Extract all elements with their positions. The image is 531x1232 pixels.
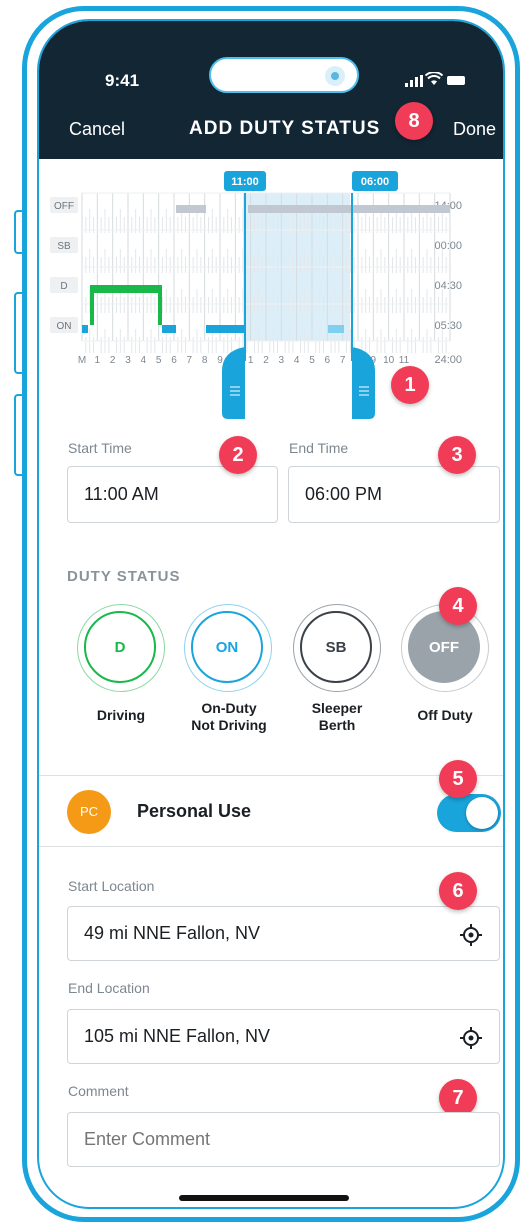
callout-marker-3: 3	[438, 436, 476, 474]
on-duty-code: ON	[191, 611, 263, 683]
hour-label: 8	[202, 355, 208, 366]
hour-label: 2	[263, 355, 269, 366]
personal-use-toggle[interactable]	[437, 794, 501, 832]
row-total-sb: 00:00	[434, 240, 462, 252]
segment-on-3	[206, 325, 246, 333]
phone-screen: 9:41 Cancel ADD DUTY STATUS Done 8 OFF S…	[37, 19, 505, 1209]
off-duty-code: OFF	[408, 611, 480, 683]
segment-off-2	[248, 205, 450, 213]
locate-icon[interactable]	[459, 923, 483, 947]
sleeper-code: SB	[300, 611, 372, 683]
end-location-label: End Location	[68, 980, 150, 996]
end-location-field[interactable]: 105 mi NNE Fallon, NV	[67, 1009, 500, 1064]
comment-label: Comment	[68, 1083, 129, 1099]
home-indicator[interactable]	[179, 1195, 349, 1201]
sleeper-label: Sleeper Berth	[311, 700, 363, 733]
wifi-icon	[425, 72, 443, 85]
comment-input[interactable]	[67, 1112, 500, 1167]
row-total-on: 05:30	[434, 320, 462, 332]
start-location-label: Start Location	[68, 878, 155, 894]
callout-marker-4: 4	[439, 587, 477, 625]
hour-label: 5	[309, 355, 315, 366]
hour-label: 6	[325, 355, 331, 366]
camera-icon	[325, 66, 345, 86]
row-label-on: ON	[57, 321, 72, 332]
done-button[interactable]: Done	[453, 119, 496, 140]
row-label-d: D	[60, 281, 67, 292]
locate-icon[interactable]	[459, 1026, 483, 1050]
duty-option-driving[interactable]: D	[77, 604, 165, 692]
hour-label: 6	[171, 355, 177, 366]
hour-label: 7	[340, 355, 346, 366]
duty-option-sleeper[interactable]: SB	[293, 604, 381, 692]
callout-marker-5: 5	[439, 760, 477, 798]
driving-code: D	[84, 611, 156, 683]
hour-label: 5	[156, 355, 162, 366]
hour-label: 4	[294, 355, 300, 366]
phone-frame: 9:41 Cancel ADD DUTY STATUS Done 8 OFF S…	[22, 6, 520, 1222]
hour-label: 9	[217, 355, 223, 366]
personal-use-label: Personal Use	[137, 801, 252, 821]
end-time-flag: 06:00	[361, 176, 389, 188]
callout-marker-8: 8	[395, 102, 433, 140]
nav-header: 9:41 Cancel ADD DUTY STATUS Done 8	[39, 21, 503, 159]
hour-label: 1	[95, 355, 101, 366]
hour-label: 3	[279, 355, 285, 366]
hour-label: 7	[187, 355, 193, 366]
end-time-label: End Time	[289, 440, 349, 456]
start-time-label: Start Time	[68, 440, 132, 456]
row-label-off: OFF	[54, 201, 74, 212]
page-title: ADD DUTY STATUS	[189, 118, 381, 139]
divider-bottom	[39, 846, 503, 847]
divider-top	[39, 775, 503, 776]
hour-label: M	[78, 355, 86, 366]
segment-driving-1	[90, 285, 162, 293]
pc-badge: PC	[67, 790, 111, 834]
hour-label: 3	[125, 355, 131, 366]
callout-marker-6: 6	[439, 872, 477, 910]
cancel-button[interactable]: Cancel	[69, 119, 125, 140]
row-label-sb: SB	[57, 241, 71, 252]
duty-option-on-duty[interactable]: ON	[184, 604, 272, 692]
start-time-flag: 11:00	[231, 176, 259, 188]
row-total-d: 04:30	[434, 280, 462, 292]
row-labels: OFF SB D ON	[50, 197, 78, 333]
off-duty-label: Off Duty	[417, 707, 473, 723]
start-time-field[interactable]: 11:00 AM	[67, 466, 278, 523]
segment-on-2	[162, 325, 176, 333]
segment-on-1	[82, 325, 88, 333]
start-location-field[interactable]: 49 mi NNE Fallon, NV	[67, 906, 500, 961]
dynamic-island	[209, 57, 359, 93]
battery-icon	[447, 76, 465, 85]
duty-status-heading: DUTY STATUS	[67, 568, 181, 585]
status-bar-time: 9:41	[105, 71, 140, 90]
hour-label: 4	[141, 355, 147, 366]
total-hours: 24:00	[434, 354, 462, 366]
hour-label: 11	[399, 355, 410, 366]
end-time-field[interactable]: 06:00 PM	[288, 466, 500, 523]
hour-label: 2	[110, 355, 116, 366]
signal-icon	[405, 75, 423, 87]
hour-label: 10	[383, 355, 395, 366]
hour-label: 1	[248, 355, 254, 366]
start-drag-handle[interactable]	[222, 347, 245, 419]
segment-off-1	[176, 205, 206, 213]
toggle-knob	[466, 797, 498, 829]
segment-on-4	[328, 325, 344, 333]
callout-marker-2: 2	[219, 436, 257, 474]
on-duty-label: On-Duty Not Driving	[191, 700, 267, 733]
callout-marker-1: 1	[391, 366, 429, 404]
driving-label: Driving	[96, 707, 146, 723]
